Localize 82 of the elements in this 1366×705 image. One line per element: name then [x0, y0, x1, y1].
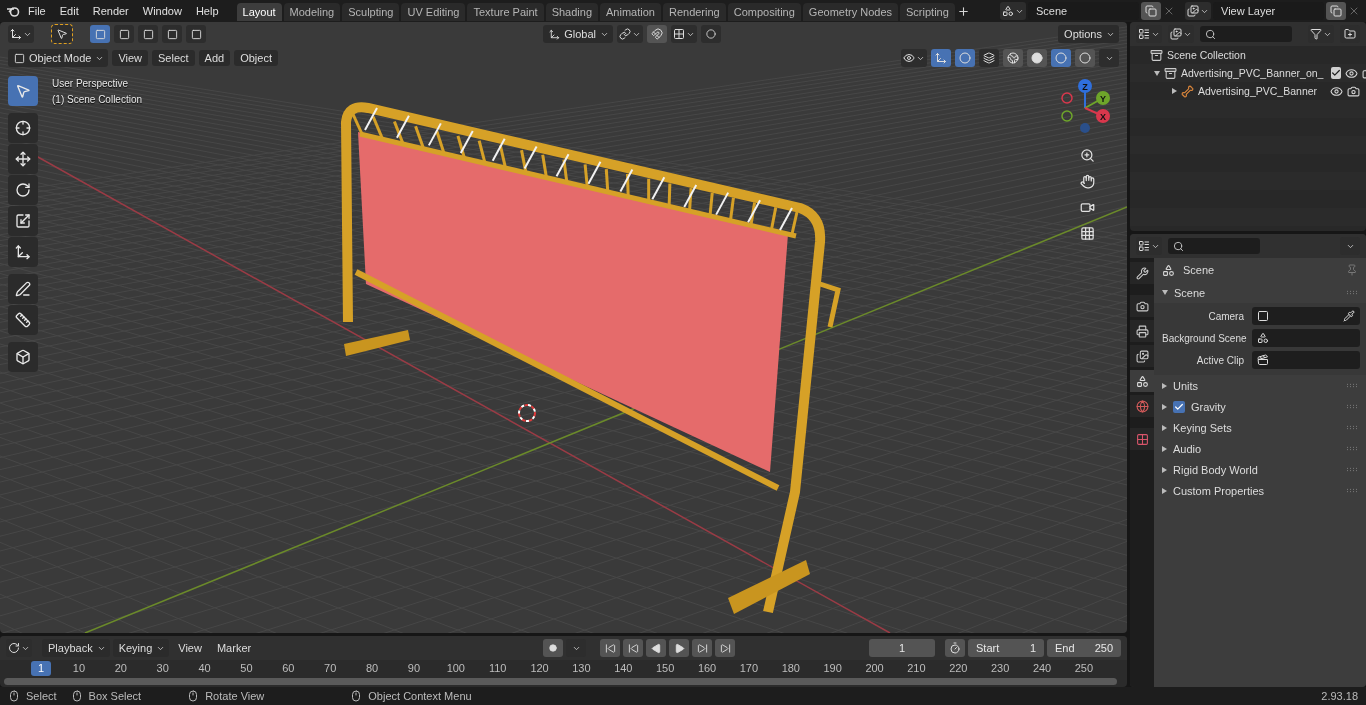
- frame-number: 20: [113, 662, 128, 674]
- options-dropdown[interactable]: Options: [1058, 25, 1119, 43]
- menu-item[interactable]: File: [22, 5, 52, 17]
- outliner-item[interactable]: Advertising_PVC_Banner_on_: [1181, 67, 1324, 79]
- workspace-tab[interactable]: Rendering: [662, 3, 726, 21]
- workspace-tab[interactable]: Scripting: [900, 3, 955, 21]
- frame-number: 70: [323, 662, 338, 674]
- orientation-dropdown[interactable]: Global: [543, 25, 613, 43]
- timeline-menu[interactable]: Keying: [112, 639, 170, 657]
- field-label: Active Clip: [1195, 354, 1244, 366]
- frame-number: 200: [864, 662, 885, 674]
- workspace-tab[interactable]: Layout: [236, 3, 282, 21]
- menu-item[interactable]: Render: [86, 5, 135, 17]
- workspace-tab[interactable]: Compositing: [727, 3, 801, 21]
- panel-title[interactable]: Rigid Body World: [1173, 463, 1258, 476]
- field-label: Camera: [1207, 310, 1244, 322]
- frame-number: 10: [71, 662, 87, 674]
- outliner-root[interactable]: Scene Collection: [1167, 49, 1246, 61]
- frame-number: 190: [822, 662, 843, 674]
- viewport-info-text: (1) Scene Collection: [52, 94, 143, 105]
- viewport-info-text: User Perspective: [52, 78, 130, 89]
- scene-field[interactable]: Scene: [1028, 2, 1139, 20]
- frame-number: 110: [487, 662, 508, 674]
- frame-number: 90: [406, 662, 422, 674]
- menu-item[interactable]: Help: [189, 5, 225, 17]
- menu-item[interactable]: Window: [136, 5, 188, 17]
- frame-number: 50: [239, 662, 254, 674]
- end-frame-field[interactable]: End 250: [1047, 639, 1121, 657]
- workspace-tab[interactable]: Sculpting: [342, 3, 400, 21]
- status-hint: Select: [26, 690, 57, 702]
- outliner-item[interactable]: Advertising_PVC_Banner: [1198, 85, 1318, 97]
- menu-item[interactable]: Edit: [53, 5, 85, 17]
- panel-title[interactable]: Custom Properties: [1173, 484, 1265, 497]
- viewport-menu[interactable]: View: [112, 50, 149, 66]
- panel-title[interactable]: Scene: [1174, 286, 1206, 299]
- viewport-menu[interactable]: Object: [234, 50, 278, 66]
- start-frame-field[interactable]: Start 1: [968, 639, 1044, 657]
- frame-number: 140: [613, 662, 634, 674]
- workspace-tab[interactable]: Shading: [545, 3, 599, 21]
- field-label: Background Scene: [1162, 332, 1244, 344]
- frame-number: 240: [1031, 662, 1053, 674]
- frame-number: 250: [1073, 662, 1095, 674]
- workspace-tab[interactable]: UV Editing: [401, 3, 466, 21]
- current-frame-marker[interactable]: 1: [31, 660, 51, 676]
- panel-title[interactable]: Units: [1173, 379, 1199, 392]
- frame-number: 30: [155, 662, 170, 674]
- frame-number: 150: [655, 662, 676, 674]
- timeline-menu[interactable]: View: [172, 640, 208, 656]
- axis-handle[interactable]: Y: [1084, 91, 1110, 109]
- frame-number: 160: [696, 662, 718, 674]
- context-title: Scene: [1183, 264, 1215, 276]
- panel-title[interactable]: Keying Sets: [1173, 421, 1232, 434]
- frame-number: 80: [364, 662, 380, 674]
- viewport-menu[interactable]: Select: [152, 50, 195, 66]
- timeline-menu[interactable]: Playback: [42, 639, 110, 657]
- viewport-menu[interactable]: Add: [198, 50, 231, 66]
- frame-number: 100: [445, 662, 466, 674]
- frame-number: 120: [529, 662, 550, 674]
- mode-dropdown[interactable]: Object Mode: [8, 49, 109, 67]
- frame-number: 180: [780, 662, 801, 674]
- frame-number: 220: [948, 662, 969, 674]
- axis-handle[interactable]: X: [1084, 107, 1110, 123]
- workspace-tab[interactable]: Modeling: [283, 3, 341, 21]
- workspace-tab[interactable]: Geometry Nodes: [802, 3, 898, 21]
- frame-number: 130: [571, 662, 592, 674]
- frame-number: 210: [906, 662, 927, 674]
- frame-number: 40: [197, 662, 212, 674]
- timeline-menu[interactable]: Marker: [210, 640, 258, 656]
- frame-number: 230: [990, 662, 1011, 674]
- status-hint: Box Select: [88, 690, 142, 702]
- workspace-tab[interactable]: Animation: [600, 3, 661, 21]
- workspace-tab[interactable]: Texture Paint: [467, 3, 544, 21]
- panel-title[interactable]: Audio: [1173, 442, 1202, 455]
- frame-number: 60: [281, 662, 296, 674]
- status-hint: Object Context Menu: [368, 690, 472, 702]
- panel-title[interactable]: Gravity: [1191, 400, 1226, 413]
- version-text: 2.93.18: [1321, 690, 1358, 702]
- current-frame-field[interactable]: 1: [869, 639, 935, 657]
- view-layer-field[interactable]: View Layer: [1213, 2, 1324, 20]
- status-hint: Rotate View: [205, 690, 265, 702]
- frame-number: 170: [738, 662, 760, 674]
- axis-handle[interactable]: Z: [1078, 79, 1092, 109]
